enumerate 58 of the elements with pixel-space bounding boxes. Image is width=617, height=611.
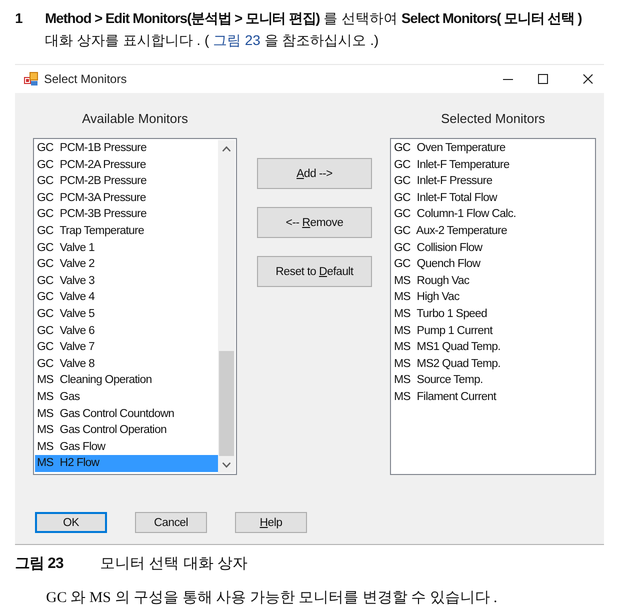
list-item[interactable]: MS Gas Flow <box>35 438 218 456</box>
list-item[interactable]: GC Aux-2 Temperature <box>392 222 594 240</box>
dialog-button[interactable]: OK <box>35 512 107 533</box>
list-item[interactable]: MS MS1 Quad Temp. <box>392 339 594 356</box>
list-heading: Available Monitors <box>82 111 188 127</box>
list-item[interactable]: GC Valve 2 <box>35 256 218 273</box>
list-item[interactable]: GC Valve 8 <box>35 356 218 372</box>
window-title: Select Monitors <box>44 72 127 86</box>
list-item[interactable]: GC PCM-1B Pressure <box>35 140 218 157</box>
list-item[interactable]: MS Gas <box>35 388 218 406</box>
list-item[interactable]: GC Valve 5 <box>35 306 218 323</box>
list-item[interactable]: GC Valve 1 <box>35 240 218 256</box>
move-button[interactable]: <-- Remove <box>257 207 372 238</box>
move-button[interactable]: Reset to Default <box>257 256 372 287</box>
note-text: GC 와 MS 의 구성을 통해 사용 가능한 모니터를 변경할 수 있습니다 . <box>46 589 498 608</box>
list-item[interactable]: GC Inlet-F Pressure <box>392 173 594 190</box>
list-item[interactable]: GC Valve 4 <box>35 289 218 306</box>
list-item[interactable]: GC PCM-3B Pressure <box>35 206 218 223</box>
chevron-up-icon[interactable] <box>222 146 231 152</box>
figure-link[interactable]: 그림 23 <box>213 32 260 48</box>
list-item[interactable]: GC PCM-2A Pressure <box>35 156 218 174</box>
step-number: 1 <box>15 9 24 28</box>
list-item[interactable]: MS Source Temp. <box>392 372 594 389</box>
list-item[interactable]: MS H2 Flow <box>35 455 218 472</box>
list-item[interactable]: MS High Vac <box>392 289 594 306</box>
list-item[interactable]: GC Quench Flow <box>392 256 594 273</box>
close-icon[interactable] <box>583 74 593 84</box>
app-icon <box>24 72 38 86</box>
list-item[interactable]: GC Inlet-F Total Flow <box>392 190 594 206</box>
list-item[interactable]: MS Gas Control Countdown <box>35 406 218 422</box>
scrollbar-thumb[interactable] <box>219 351 234 456</box>
dialog-button[interactable]: Help <box>235 512 307 533</box>
list-item[interactable]: GC Oven Temperature <box>392 140 594 157</box>
instruction-text: Method > Edit Monitors(분석법 > 모니터 편집) 를 선택하여 Select Monitors( 모니터 선택 ) 대화 상자를 표시합니다 . ( 그림 23 을 참조하십시오 .) <box>45 9 583 50</box>
list-item[interactable]: GC PCM-2B Pressure <box>35 173 218 190</box>
dialog-button[interactable]: Cancel <box>135 512 207 533</box>
list-item[interactable]: MS Pump 1 Current <box>392 322 594 340</box>
list-item[interactable]: GC PCM-3A Pressure <box>35 190 218 206</box>
figure-caption: 모니터 선택 대화 상자 <box>100 554 248 574</box>
list-item[interactable]: MS Rough Vac <box>392 272 594 290</box>
list-heading: Selected Monitors <box>440 111 546 127</box>
figure-label: 그림 23 <box>15 554 64 574</box>
list-item[interactable]: GC Trap Temperature <box>35 222 218 240</box>
list-item[interactable]: GC Valve 6 <box>35 322 218 340</box>
maximize-icon[interactable] <box>538 74 548 84</box>
list-item[interactable]: MS MS2 Quad Temp. <box>392 356 594 372</box>
list-item[interactable]: MS Filament Current <box>392 388 594 406</box>
list-item[interactable]: MS Cleaning Operation <box>35 372 218 389</box>
chevron-down-icon[interactable] <box>222 462 231 468</box>
list-item[interactable]: GC Valve 7 <box>35 339 218 356</box>
list-item[interactable]: GC Collision Flow <box>392 240 594 256</box>
move-button[interactable]: Add --> <box>257 158 372 189</box>
list-item[interactable]: GC Column-1 Flow Calc. <box>392 206 594 223</box>
list-item[interactable]: GC Inlet-F Temperature <box>392 156 594 174</box>
list-item[interactable]: GC Valve 3 <box>35 272 218 290</box>
list-item[interactable]: MS Gas Control Operation <box>35 422 218 439</box>
minimize-icon[interactable] <box>503 78 513 80</box>
list-item[interactable]: MS Turbo 1 Speed <box>392 306 594 323</box>
